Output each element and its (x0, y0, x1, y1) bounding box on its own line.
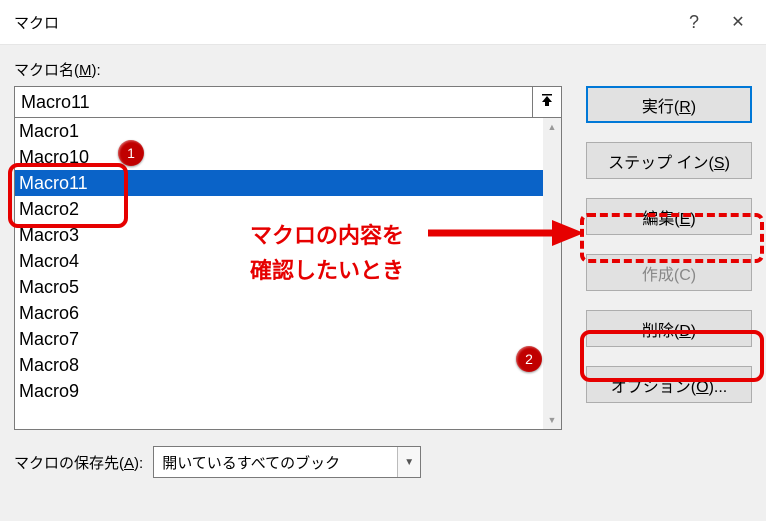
list-item[interactable]: Macro3 (15, 222, 543, 248)
list-item[interactable]: Macro11 (15, 170, 543, 196)
close-button[interactable]: ✕ (716, 5, 760, 39)
close-icon: ✕ (731, 12, 744, 32)
list-item[interactable]: Macro4 (15, 248, 543, 274)
scrollbar[interactable]: ▲ ▼ (543, 118, 561, 429)
save-location-value: 開いているすべてのブック (162, 452, 340, 473)
name-goto-button[interactable] (532, 86, 562, 118)
list-item[interactable]: Macro9 (15, 378, 543, 404)
list-item[interactable]: Macro5 (15, 274, 543, 300)
scroll-down-icon[interactable]: ▼ (543, 411, 561, 429)
save-location-label: マクロの保存先(A): (14, 452, 143, 473)
delete-button[interactable]: 削除(D) (586, 310, 752, 347)
save-location-combo[interactable]: 開いているすべてのブック ▼ (153, 446, 421, 478)
list-item[interactable]: Macro8 (15, 352, 543, 378)
macro-listbox[interactable]: Macro1Macro10Macro11Macro2Macro3Macro4Ma… (14, 118, 562, 430)
help-button[interactable]: ? (672, 5, 716, 39)
options-button[interactable]: オプション(O)... (586, 366, 752, 403)
list-item[interactable]: Macro7 (15, 326, 543, 352)
edit-button[interactable]: 編集(E) (586, 198, 752, 235)
list-item[interactable]: Macro1 (15, 118, 543, 144)
scroll-up-icon[interactable]: ▲ (543, 118, 561, 136)
list-item[interactable]: Macro10 (15, 144, 543, 170)
macro-name-label: マクロ名(M): (14, 59, 752, 80)
up-arrow-icon (541, 92, 553, 113)
create-button[interactable]: 作成(C) (586, 254, 752, 291)
step-in-button[interactable]: ステップ イン(S) (586, 142, 752, 179)
dialog-title: マクロ (14, 12, 672, 33)
titlebar: マクロ ? ✕ (0, 0, 766, 45)
run-button[interactable]: 実行(R) (586, 86, 752, 123)
macro-name-input[interactable] (14, 86, 532, 118)
chevron-down-icon: ▼ (397, 447, 420, 477)
help-icon: ? (689, 12, 699, 33)
list-item[interactable]: Macro2 (15, 196, 543, 222)
list-item[interactable]: Macro6 (15, 300, 543, 326)
macro-dialog: マクロ ? ✕ マクロ名(M): (0, 0, 766, 521)
